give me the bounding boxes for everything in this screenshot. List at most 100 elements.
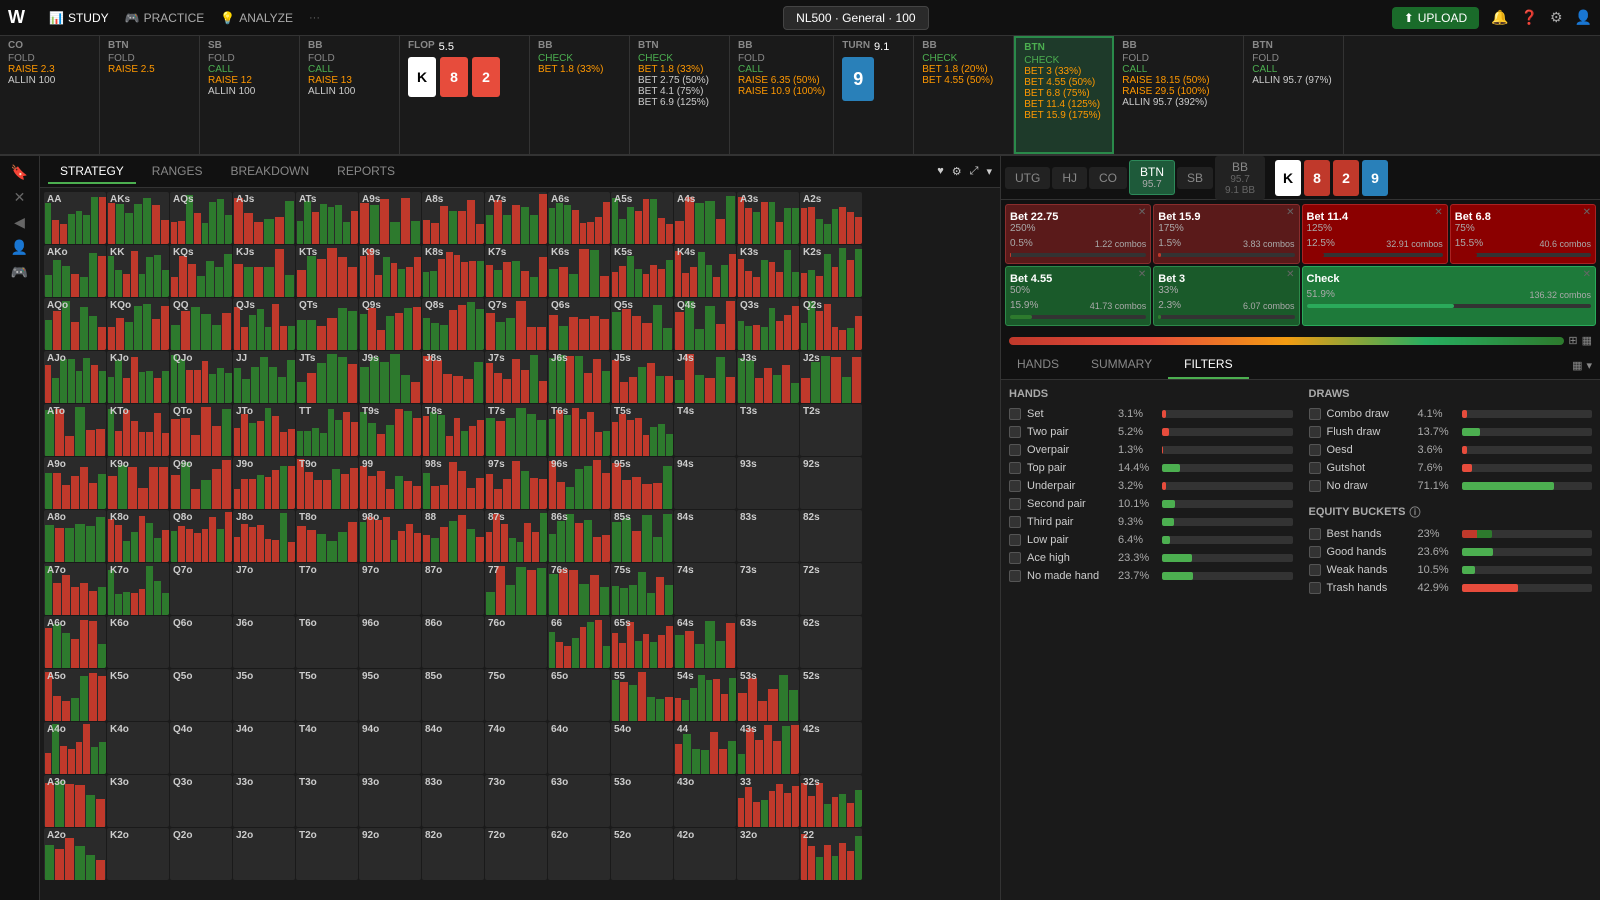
- matrix-cell-k2o[interactable]: K2o: [107, 828, 169, 880]
- checkbox-good-hands[interactable]: [1309, 546, 1321, 558]
- matrix-cell-42s[interactable]: 42s: [800, 722, 862, 774]
- tab-filters[interactable]: FILTERS: [1168, 351, 1248, 379]
- matrix-cell-t3o[interactable]: T3o: [296, 775, 358, 827]
- matrix-cell-a9s[interactable]: A9s: [359, 192, 421, 244]
- matrix-cell-k9o[interactable]: K9o: [107, 457, 169, 509]
- matrix-cell-83o[interactable]: 83o: [422, 775, 484, 827]
- checkbox-trash-hands[interactable]: [1309, 582, 1321, 594]
- matrix-cell-t4s[interactable]: T4s: [674, 404, 736, 456]
- close-icon[interactable]: ✕: [1434, 207, 1442, 218]
- matrix-cell-j5s[interactable]: J5s: [611, 351, 673, 403]
- matrix-cell-63o[interactable]: 63o: [548, 775, 610, 827]
- matrix-cell-a8s[interactable]: A8s: [422, 192, 484, 244]
- pos-tab-btn[interactable]: BTN 95.7: [1129, 160, 1175, 195]
- pos-tab-utg[interactable]: UTG: [1005, 167, 1050, 189]
- matrix-cell-98o[interactable]: 98o: [359, 510, 421, 562]
- matrix-cell-kts[interactable]: KTs: [296, 245, 358, 297]
- close-icon[interactable]: ✕: [1583, 207, 1591, 218]
- matrix-cell-t9o[interactable]: T9o: [296, 457, 358, 509]
- matrix-cell-aks[interactable]: AKs: [107, 192, 169, 244]
- matrix-cell-q5s[interactable]: Q5s: [611, 298, 673, 350]
- matrix-cell-a2s[interactable]: A2s: [800, 192, 862, 244]
- checkbox-underpair[interactable]: [1009, 480, 1021, 492]
- matrix-cell-76s[interactable]: 76s: [548, 563, 610, 615]
- matrix-cell-94o[interactable]: 94o: [359, 722, 421, 774]
- matrix-cell-q3s[interactable]: Q3s: [737, 298, 799, 350]
- upload-button[interactable]: ⬆ UPLOAD: [1392, 7, 1479, 29]
- matrix-cell-j2s[interactable]: J2s: [800, 351, 862, 403]
- matrix-cell-qto[interactable]: QTo: [170, 404, 232, 456]
- tab-ranges[interactable]: RANGES: [140, 160, 215, 184]
- matrix-cell-95o[interactable]: 95o: [359, 669, 421, 721]
- matrix-cell-54s[interactable]: 54s: [674, 669, 736, 721]
- matrix-cell-99[interactable]: 99: [359, 457, 421, 509]
- matrix-cell-86s[interactable]: 86s: [548, 510, 610, 562]
- matrix-cell-ato[interactable]: ATo: [44, 404, 106, 456]
- checkbox-no-made[interactable]: [1009, 570, 1021, 582]
- heart-icon[interactable]: ♥: [937, 165, 944, 178]
- bet-68-btn[interactable]: ✕ Bet 6.8 75% 15.5% 40.6 combos: [1450, 204, 1596, 264]
- game-selector[interactable]: NL500 · General · 100: [783, 6, 928, 30]
- pos-tab-co[interactable]: CO: [1089, 167, 1127, 189]
- matrix-cell-j7s[interactable]: J7s: [485, 351, 547, 403]
- bet-455-btn[interactable]: ✕ Bet 4.55 50% 15.9% 41.73 combos: [1005, 266, 1151, 326]
- matrix-cell-92s[interactable]: 92s: [800, 457, 862, 509]
- checkbox-low-pair[interactable]: [1009, 534, 1021, 546]
- checkbox-weak-hands[interactable]: [1309, 564, 1321, 576]
- info-icon[interactable]: ⓘ: [1409, 504, 1420, 520]
- matrix-cell-q3o[interactable]: Q3o: [170, 775, 232, 827]
- bet-3-btn[interactable]: ✕ Bet 3 33% 2.3% 6.07 combos: [1153, 266, 1299, 326]
- matrix-cell-kjo[interactable]: KJo: [107, 351, 169, 403]
- nav-practice[interactable]: 🎮 PRACTICE: [125, 11, 205, 25]
- matrix-cell-ako[interactable]: AKo: [44, 245, 106, 297]
- matrix-cell-t5s[interactable]: T5s: [611, 404, 673, 456]
- checkbox-flush-draw[interactable]: [1309, 426, 1321, 438]
- matrix-cell-t2s[interactable]: T2s: [800, 404, 862, 456]
- matrix-cell-a4s[interactable]: A4s: [674, 192, 736, 244]
- close-icon[interactable]: ✕: [1286, 269, 1294, 280]
- matrix-cell-q6s[interactable]: Q6s: [548, 298, 610, 350]
- matrix-cell-jto[interactable]: JTo: [233, 404, 295, 456]
- matrix-cell-qjo[interactable]: QJo: [170, 351, 232, 403]
- matrix-cell-k4s[interactable]: K4s: [674, 245, 736, 297]
- matrix-cell-a3o[interactable]: A3o: [44, 775, 106, 827]
- matrix-cell-62s[interactable]: 62s: [800, 616, 862, 668]
- matrix-cell-kqs[interactable]: KQs: [170, 245, 232, 297]
- matrix-cell-a9o[interactable]: A9o: [44, 457, 106, 509]
- matrix-cell-qjs[interactable]: QJs: [233, 298, 295, 350]
- matrix-cell-t5o[interactable]: T5o: [296, 669, 358, 721]
- matrix-cell-j7o[interactable]: J7o: [233, 563, 295, 615]
- matrix-cell-a5s[interactable]: A5s: [611, 192, 673, 244]
- matrix-cell-84s[interactable]: 84s: [674, 510, 736, 562]
- matrix-cell-qq[interactable]: QQ: [170, 298, 232, 350]
- matrix-cell-32o[interactable]: 32o: [737, 828, 799, 880]
- matrix-cell-k8o[interactable]: K8o: [107, 510, 169, 562]
- help-icon[interactable]: ❓: [1521, 9, 1538, 26]
- close-icon[interactable]: ✕: [1583, 269, 1591, 280]
- check-btn[interactable]: ✕ Check 51.9% 136.32 combos: [1302, 266, 1597, 326]
- matrix-cell-k3o[interactable]: K3o: [107, 775, 169, 827]
- matrix-cell-43s[interactable]: 43s: [737, 722, 799, 774]
- matrix-cell-ajs[interactable]: AJs: [233, 192, 295, 244]
- matrix-cell-t2o[interactable]: T2o: [296, 828, 358, 880]
- matrix-cell-75o[interactable]: 75o: [485, 669, 547, 721]
- matrix-cell-74s[interactable]: 74s: [674, 563, 736, 615]
- checkbox-no-draw[interactable]: [1309, 480, 1321, 492]
- matrix-cell-k5s[interactable]: K5s: [611, 245, 673, 297]
- close-icon[interactable]: ✕: [1138, 207, 1146, 218]
- matrix-cell-q7s[interactable]: Q7s: [485, 298, 547, 350]
- close-icon[interactable]: ✕: [14, 189, 26, 206]
- matrix-cell-k7o[interactable]: K7o: [107, 563, 169, 615]
- matrix-cell-t6s[interactable]: T6s: [548, 404, 610, 456]
- matrix-cell-87o[interactable]: 87o: [422, 563, 484, 615]
- matrix-cell-tt[interactable]: TT: [296, 404, 358, 456]
- matrix-cell-j8o[interactable]: J8o: [233, 510, 295, 562]
- matrix-cell-k9s[interactable]: K9s: [359, 245, 421, 297]
- matrix-cell-52s[interactable]: 52s: [800, 669, 862, 721]
- gamepad-icon[interactable]: 🎮: [11, 264, 28, 281]
- expand-icon[interactable]: ⤢: [970, 165, 979, 178]
- matrix-cell-64s[interactable]: 64s: [674, 616, 736, 668]
- matrix-cell-85o[interactable]: 85o: [422, 669, 484, 721]
- matrix-cell-k5o[interactable]: K5o: [107, 669, 169, 721]
- arrow-left-icon[interactable]: ◀: [14, 214, 25, 231]
